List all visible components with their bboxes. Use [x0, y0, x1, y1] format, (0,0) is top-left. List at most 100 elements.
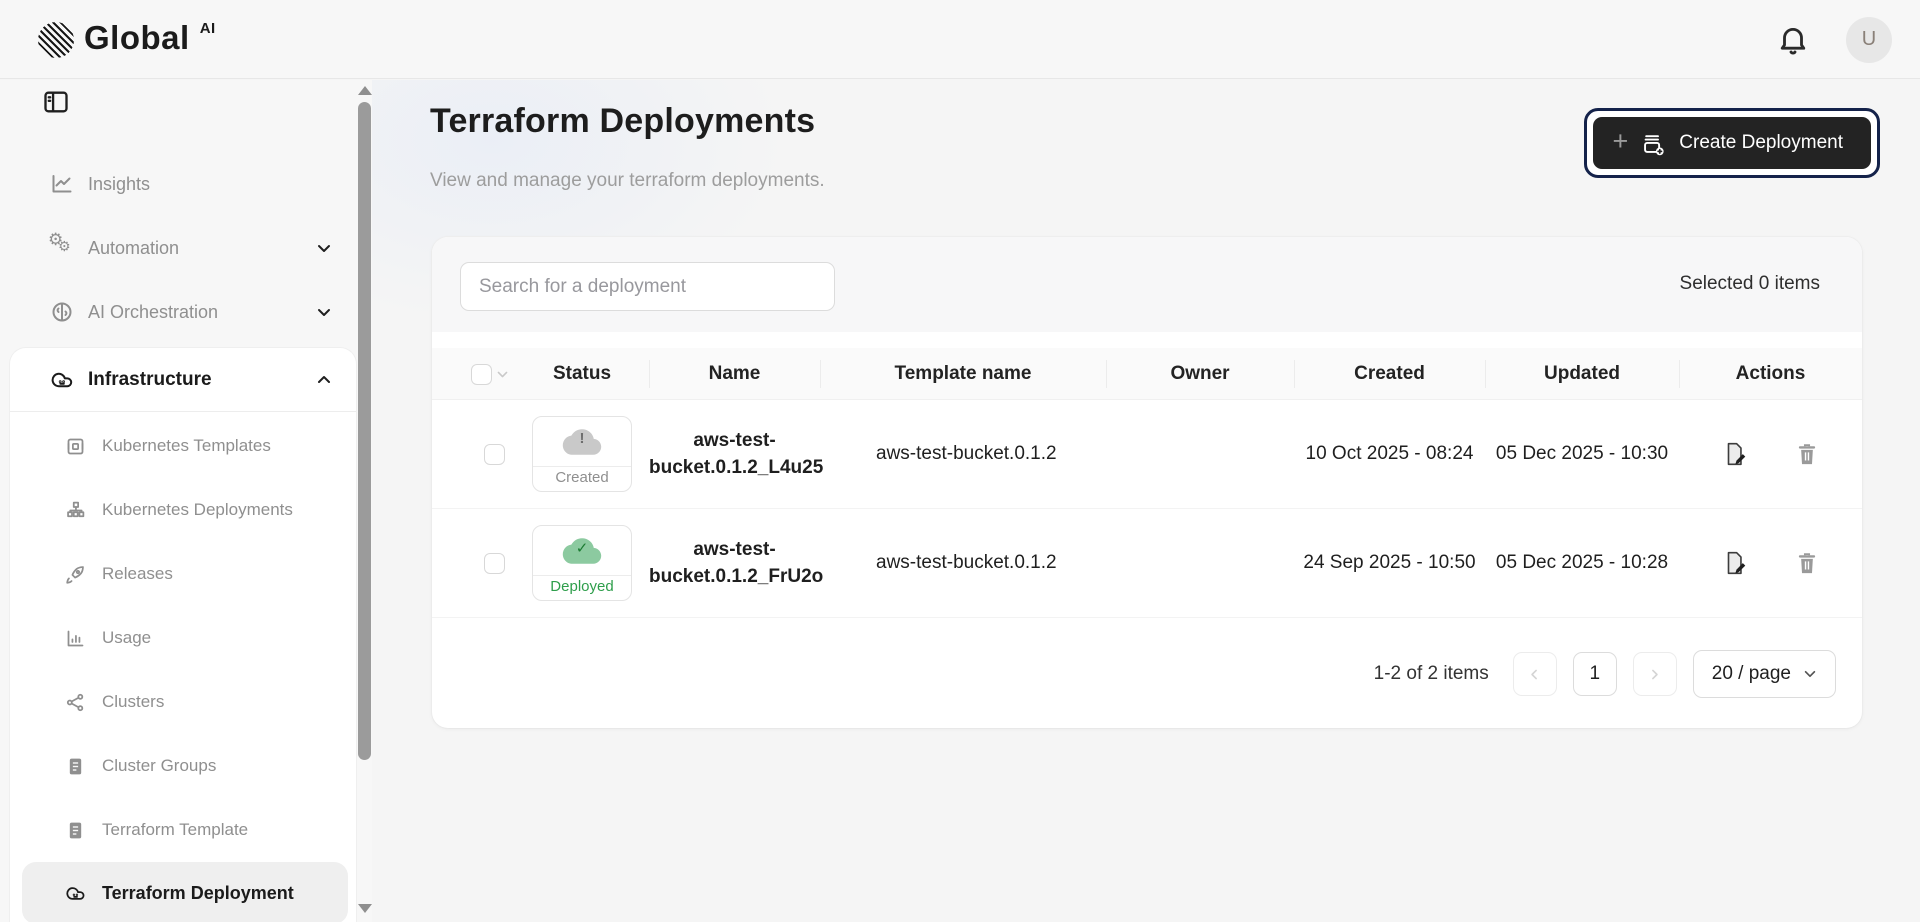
- sidebar-sub-list: Kubernetes Templates Kubernetes Deployme…: [10, 412, 356, 922]
- column-header-created[interactable]: Created: [1294, 348, 1485, 400]
- updated-date: 05 Dec 2025 - 10:30: [1485, 443, 1679, 465]
- main-content: Terraform Deployments View and manage yo…: [372, 80, 1920, 922]
- page-title: Terraform Deployments: [430, 102, 815, 141]
- created-date: 10 Oct 2025 - 08:24: [1294, 443, 1485, 465]
- next-page-button[interactable]: [1633, 652, 1677, 696]
- sidebar-item-releases[interactable]: Releases: [10, 542, 356, 606]
- page-size-value: 20 / page: [1712, 663, 1791, 685]
- row-checkbox[interactable]: [484, 553, 505, 574]
- status-mark: ✓: [533, 539, 631, 557]
- sidebar-item-terraform-deployment[interactable]: Terraform Deployment: [22, 862, 348, 922]
- page-subtitle: View and manage your terraform deploymen…: [430, 170, 825, 192]
- card-toolbar: Selected 0 items: [432, 237, 1862, 332]
- column-header-name[interactable]: Name: [649, 348, 820, 400]
- column-header-updated[interactable]: Updated: [1485, 348, 1679, 400]
- trash-icon: [1794, 441, 1820, 467]
- column-header-actions[interactable]: Actions: [1679, 348, 1862, 400]
- select-menu-chevron-icon[interactable]: [496, 368, 509, 381]
- create-deployment-button-focus-ring: + Create Deployment: [1584, 108, 1880, 178]
- scroll-down-arrow-icon[interactable]: [358, 904, 372, 913]
- app-root: Global AI U: [0, 0, 1920, 922]
- edit-document-icon: [1722, 550, 1748, 576]
- template-name: aws-test-bucket.0.1.2: [820, 443, 1106, 465]
- scroll-up-arrow-icon[interactable]: [358, 86, 372, 95]
- user-avatar[interactable]: U: [1846, 17, 1892, 63]
- logo-text: Global: [84, 20, 190, 56]
- pagination-summary: 1-2 of 2 items: [1374, 663, 1489, 685]
- chevron-down-icon[interactable]: [316, 240, 332, 256]
- edit-button[interactable]: [1722, 441, 1748, 467]
- page-number-button[interactable]: 1: [1573, 652, 1617, 696]
- sidebar-item-clusters[interactable]: Clusters: [10, 670, 356, 734]
- chart-line-icon: [50, 172, 74, 196]
- column-header-template-name[interactable]: Template name: [820, 348, 1106, 400]
- sidebar-item-insights[interactable]: Insights: [0, 152, 356, 216]
- document-icon: [65, 756, 86, 777]
- edit-document-icon: [1722, 441, 1748, 467]
- sidebar-item-label: Kubernetes Deployments: [102, 500, 293, 520]
- sidebar-item-label: AI Orchestration: [88, 302, 218, 323]
- sidebar-item-kubernetes-templates[interactable]: Kubernetes Templates: [10, 414, 356, 478]
- sidebar-item-label: Releases: [102, 564, 173, 584]
- sidebar-scrollbar: [357, 80, 372, 922]
- sidebar-item-ai-orchestration[interactable]: AI Orchestration: [0, 280, 356, 344]
- page-size-select[interactable]: 20 / page: [1693, 650, 1836, 698]
- sidebar-item-label: Usage: [102, 628, 151, 648]
- topbar-actions: U: [1776, 0, 1892, 79]
- sidebar-section-infrastructure: Infrastructure Kubernetes Templates: [10, 348, 356, 922]
- sidebar-item-label: Cluster Groups: [102, 756, 216, 776]
- sidebar-item-cluster-groups[interactable]: Cluster Groups: [10, 734, 356, 798]
- scrollbar-thumb[interactable]: [358, 102, 371, 760]
- table-header-row: Status Name Template name Owner Created …: [432, 348, 1862, 400]
- status-label: Deployed: [533, 576, 631, 600]
- chevron-left-icon: [1528, 668, 1541, 681]
- row-checkbox[interactable]: [484, 444, 505, 465]
- topbar: Global AI U: [0, 0, 1920, 79]
- sidebar-toggle-icon[interactable]: [42, 88, 70, 116]
- sidebar: Insights ⚙⚙ Automation: [0, 80, 372, 922]
- sidebar-item-label: Clusters: [102, 692, 164, 712]
- create-deployment-label: Create Deployment: [1679, 132, 1843, 154]
- previous-page-button[interactable]: [1513, 652, 1557, 696]
- column-header-owner[interactable]: Owner: [1106, 348, 1294, 400]
- search-input[interactable]: [460, 262, 835, 311]
- sidebar-item-terraform-template[interactable]: Terraform Template: [10, 798, 356, 862]
- brain-icon: [50, 300, 74, 324]
- rocket-icon: [65, 564, 86, 585]
- template-name: aws-test-bucket.0.1.2: [820, 552, 1106, 574]
- pagination: 1-2 of 2 items 1 20 / page: [1374, 650, 1836, 698]
- sidebar-item-label: Automation: [88, 238, 179, 259]
- select-all-checkbox[interactable]: [471, 364, 492, 385]
- sidebar-item-usage[interactable]: Usage: [10, 606, 356, 670]
- sidebar-item-label: Kubernetes Templates: [102, 436, 271, 456]
- sidebar-item-label: Insights: [88, 174, 150, 195]
- cloud-icon: [65, 883, 86, 904]
- sidebar-item-kubernetes-deployments[interactable]: Kubernetes Deployments: [10, 478, 356, 542]
- status-mark: !: [533, 430, 631, 447]
- cloud-icon: [50, 368, 74, 392]
- sidebar-item-label: Infrastructure: [88, 369, 212, 391]
- logo-superscript: AI: [200, 20, 216, 37]
- selected-count: Selected 0 items: [1680, 273, 1820, 295]
- sidebar-item-automation[interactable]: ⚙⚙ Automation: [0, 216, 356, 280]
- status-label: Created: [533, 467, 631, 491]
- delete-button[interactable]: [1794, 441, 1820, 467]
- status-badge: ! Created: [532, 416, 632, 492]
- chevron-down-icon[interactable]: [316, 304, 332, 320]
- template-frame-icon: [65, 436, 86, 457]
- notifications-bell-icon[interactable]: [1776, 23, 1810, 57]
- hierarchy-squares-icon: [65, 500, 86, 521]
- create-deployment-button[interactable]: + Create Deployment: [1593, 117, 1871, 169]
- app-logo[interactable]: Global AI: [38, 20, 216, 58]
- sidebar-item-infrastructure[interactable]: Infrastructure: [10, 348, 356, 412]
- delete-button[interactable]: [1794, 550, 1820, 576]
- trash-icon: [1794, 550, 1820, 576]
- column-header-status[interactable]: Status: [515, 348, 649, 400]
- status-badge: ✓ Deployed: [532, 525, 632, 601]
- updated-date: 05 Dec 2025 - 10:28: [1485, 552, 1679, 574]
- network-icon: [65, 692, 86, 713]
- chevron-up-icon[interactable]: [316, 372, 332, 388]
- edit-button[interactable]: [1722, 550, 1748, 576]
- bar-chart-icon: [65, 628, 86, 649]
- deployment-name: aws-test- bucket.0.1.2_FrU2o: [649, 536, 820, 590]
